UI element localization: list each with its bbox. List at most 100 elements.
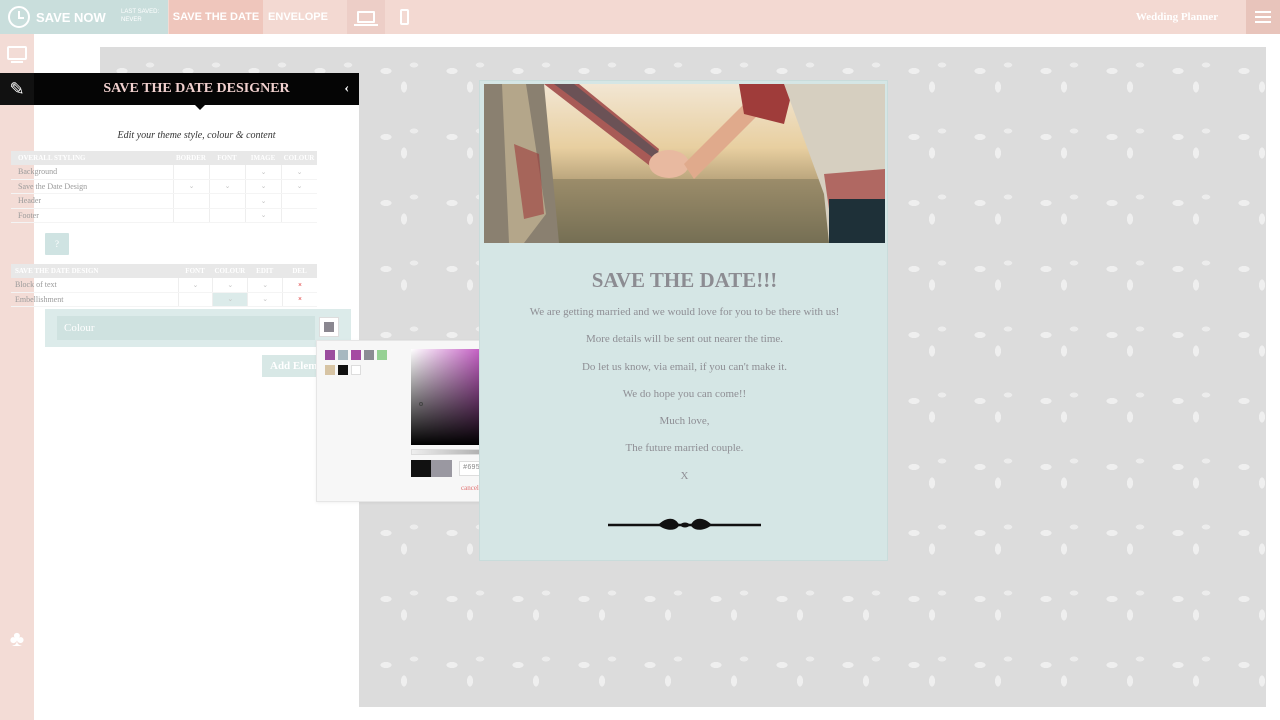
- header-del: DEL: [292, 267, 307, 275]
- card-text-line[interactable]: The future married couple.: [480, 442, 889, 454]
- header-notch: [195, 105, 205, 110]
- swatch[interactable]: [325, 365, 335, 375]
- laptop-icon: [354, 11, 378, 26]
- couple-photo: [484, 84, 885, 243]
- card-text-line[interactable]: X: [480, 470, 889, 482]
- last-saved-label: LAST SAVED:: [121, 9, 160, 15]
- design-elements-table: SAVE THE DATE DESIGN FONT COLOUR EDIT DE…: [11, 264, 317, 307]
- delete-button[interactable]: ×: [282, 278, 317, 292]
- panel-title: SAVE THE DATE DESIGNER: [103, 81, 290, 96]
- image-toggle[interactable]: ⌄: [245, 194, 281, 208]
- table-row: Save the Date Design ⌄ ⌄ ⌄ ⌄: [11, 179, 317, 194]
- colour-toggle[interactable]: [281, 208, 317, 222]
- colour-toggle[interactable]: ⌄: [212, 278, 247, 292]
- header-colour: COLOUR: [283, 154, 315, 162]
- flourish-embellishment[interactable]: [608, 517, 761, 533]
- swatch[interactable]: [338, 350, 348, 360]
- row-label: Header: [18, 196, 42, 206]
- cancel-link[interactable]: cancel: [461, 484, 479, 492]
- save-now-button[interactable]: SAVE NOW: [0, 0, 110, 34]
- row-label[interactable]: Embellishment: [11, 295, 178, 304]
- tab-save-the-date[interactable]: SAVE THE DATE: [169, 0, 263, 34]
- border-toggle[interactable]: [173, 208, 209, 222]
- row-label[interactable]: Block of text: [11, 280, 178, 289]
- font-toggle[interactable]: [177, 292, 213, 306]
- hamburger-icon: [1255, 11, 1271, 13]
- swatch[interactable]: [325, 350, 335, 360]
- border-toggle[interactable]: [173, 165, 209, 179]
- font-toggle[interactable]: [209, 208, 245, 222]
- table-row: Embellishment ⌄ ⌄ ×: [11, 292, 317, 307]
- save-the-date-card[interactable]: SAVE THE DATE!!! We are getting married …: [479, 80, 888, 561]
- header-edit: EDIT: [256, 267, 274, 275]
- delete-button[interactable]: ×: [282, 292, 317, 306]
- row-label: Background: [18, 167, 58, 177]
- colour-editor: Colour: [45, 309, 351, 347]
- table-header: OVERALL STYLING BORDER FONT IMAGE COLOUR: [11, 151, 317, 165]
- table-row: Footer ⌄: [11, 208, 317, 223]
- last-saved-value: NEVER: [121, 17, 142, 23]
- last-saved-status: LAST SAVED: NEVER: [110, 0, 168, 34]
- swatch[interactable]: [351, 365, 361, 375]
- paintbrush-icon[interactable]: ✎: [0, 73, 34, 105]
- menu-button[interactable]: [1246, 0, 1280, 34]
- left-rail: ♣: [0, 34, 34, 720]
- colour-toggle[interactable]: [281, 194, 317, 208]
- swatch[interactable]: [377, 350, 387, 360]
- header-font: FONT: [217, 154, 237, 162]
- swatch[interactable]: [351, 350, 361, 360]
- row-label: Save the Date Design: [18, 181, 88, 191]
- edit-toggle[interactable]: ⌄: [247, 292, 282, 306]
- overall-styling-table: OVERALL STYLING BORDER FONT IMAGE COLOUR…: [11, 151, 317, 223]
- saturation-cursor[interactable]: [419, 402, 423, 406]
- header-design: SAVE THE DATE DESIGN: [15, 267, 99, 275]
- font-toggle[interactable]: ⌄: [209, 179, 245, 193]
- clock-icon: [8, 6, 30, 28]
- header-border: BORDER: [176, 154, 206, 162]
- border-toggle[interactable]: ⌄: [173, 179, 209, 193]
- table-row: Header ⌄: [11, 194, 317, 209]
- image-toggle[interactable]: ⌄: [245, 165, 281, 179]
- colour-toggle[interactable]: ⌄: [212, 292, 248, 306]
- header-overall-styling: OVERALL STYLING: [18, 154, 86, 162]
- help-button[interactable]: ?: [45, 233, 69, 255]
- edit-toggle[interactable]: ⌄: [247, 278, 282, 292]
- tree-icon[interactable]: ♣: [3, 626, 31, 654]
- card-text-line[interactable]: Do let us know, via email, if you can't …: [480, 361, 889, 373]
- phone-icon: [399, 9, 409, 25]
- table-row: Block of text ⌄ ⌄ ⌄ ×: [11, 278, 317, 293]
- header-font: FONT: [185, 267, 205, 275]
- card-text-line[interactable]: More details will be sent out nearer the…: [480, 333, 889, 345]
- font-toggle[interactable]: [209, 194, 245, 208]
- desktop-view-button[interactable]: [347, 0, 385, 34]
- image-toggle[interactable]: ⌄: [245, 208, 281, 222]
- panel-header: SAVE THE DATE DESIGNER ‹: [34, 73, 359, 105]
- card-text-line[interactable]: We are getting married and we would love…: [480, 306, 889, 318]
- wedding-planner-link[interactable]: Wedding Planner: [1118, 0, 1236, 34]
- colour-toggle[interactable]: ⌄: [281, 165, 317, 179]
- header-colour: COLOUR: [214, 267, 246, 275]
- swatch[interactable]: [364, 350, 374, 360]
- row-label: Footer: [18, 210, 39, 220]
- colour-swatch-button[interactable]: [319, 317, 339, 337]
- collapse-panel-button[interactable]: ‹: [344, 81, 349, 97]
- font-toggle[interactable]: ⌄: [177, 278, 213, 292]
- presentation-icon[interactable]: [7, 46, 27, 63]
- card-text-line[interactable]: Much love,: [480, 415, 889, 427]
- new-colour: [431, 460, 452, 477]
- add-element-button[interactable]: Add Element: [262, 355, 322, 377]
- border-toggle[interactable]: [173, 194, 209, 208]
- card-title[interactable]: SAVE THE DATE!!!: [480, 268, 889, 293]
- holding-hands-illustration: [484, 84, 885, 243]
- swatch[interactable]: [338, 365, 348, 375]
- mobile-view-button[interactable]: [386, 0, 422, 34]
- font-toggle[interactable]: [209, 165, 245, 179]
- colour-toggle[interactable]: ⌄: [281, 179, 317, 193]
- card-text-line[interactable]: We do hope you can come!!: [480, 388, 889, 400]
- colour-label: Colour: [57, 316, 315, 340]
- tab-envelope[interactable]: ENVELOPE: [263, 0, 333, 34]
- top-bar: SAVE NOW LAST SAVED: NEVER SAVE THE DATE…: [0, 0, 1280, 34]
- table-row: Background ⌄ ⌄: [11, 165, 317, 180]
- panel-subtitle: Edit your theme style, colour & content: [117, 130, 276, 141]
- image-toggle[interactable]: ⌄: [245, 179, 281, 193]
